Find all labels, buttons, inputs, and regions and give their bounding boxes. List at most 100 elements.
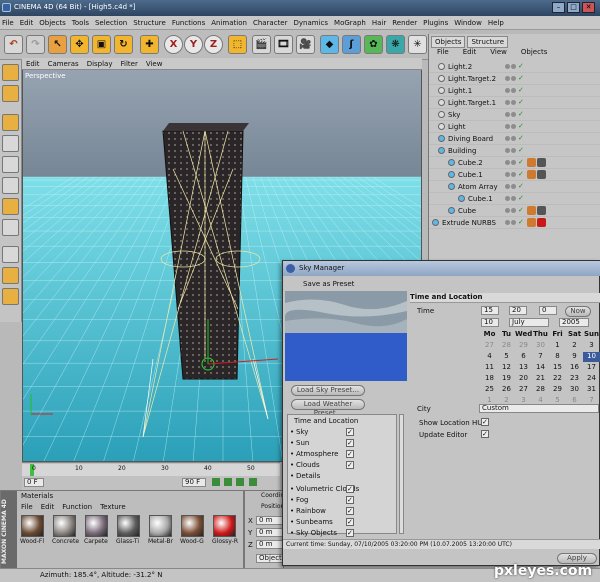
editor-visibility-dot[interactable] xyxy=(505,64,510,69)
object-row[interactable]: Light.2 ✓ xyxy=(429,61,600,73)
calendar-day[interactable]: 21 xyxy=(532,374,549,384)
render-settings-icon[interactable]: 🎥 xyxy=(296,35,315,54)
render-visibility-dot[interactable] xyxy=(511,160,516,165)
render-visibility-dot[interactable] xyxy=(511,196,516,201)
settings-item-checkbox[interactable]: ✓ xyxy=(346,507,354,515)
object-row[interactable]: Atom Array ✓ xyxy=(429,181,600,193)
calendar-day[interactable]: 22 xyxy=(549,374,566,384)
editor-visibility-dot[interactable] xyxy=(505,112,510,117)
coord-y-field[interactable]: 0 m xyxy=(256,528,283,537)
material-tag-icon[interactable] xyxy=(537,206,546,215)
material-tag-icon[interactable] xyxy=(537,218,546,227)
calendar-day[interactable]: 12 xyxy=(498,363,515,373)
menu-objects[interactable]: Objects xyxy=(39,19,65,27)
save-as-preset-link[interactable]: Save as Preset xyxy=(303,280,354,288)
live-selection-icon[interactable]: ↖ xyxy=(48,35,67,54)
calendar-day[interactable]: 7 xyxy=(532,352,549,362)
calendar-day[interactable]: 16 xyxy=(566,363,583,373)
objects-menu-file[interactable]: File xyxy=(437,48,449,56)
calendar-day[interactable]: 20 xyxy=(515,374,532,384)
time-second-field[interactable]: 0 xyxy=(539,306,557,315)
object-row[interactable]: Light ✓ xyxy=(429,121,600,133)
settings-item-checkbox[interactable]: ✓ xyxy=(346,439,354,447)
maximize-button[interactable]: □ xyxy=(567,2,580,13)
menu-selection[interactable]: Selection xyxy=(95,19,127,27)
calendar-day[interactable]: 10 xyxy=(583,352,600,362)
render-visibility-dot[interactable] xyxy=(511,184,516,189)
texture-mode-icon[interactable] xyxy=(2,177,19,194)
editor-visibility-dot[interactable] xyxy=(505,208,510,213)
calendar-day[interactable]: 23 xyxy=(566,374,583,384)
load-weather-preset-button[interactable]: Load Weather Preset... xyxy=(291,399,365,417)
polygons-mode-icon[interactable] xyxy=(2,156,19,173)
settings-item-checkbox[interactable]: ✓ xyxy=(346,529,354,537)
material-swatch[interactable] xyxy=(181,515,204,537)
object-row[interactable]: Light.Target.2 ✓ xyxy=(429,73,600,85)
viewport-menu-edit[interactable]: Edit xyxy=(26,60,40,68)
settings-item[interactable]: Rainbow xyxy=(296,507,326,515)
calendar-day[interactable]: 27 xyxy=(481,341,498,351)
render-visibility-dot[interactable] xyxy=(511,88,516,93)
coordinate-system-icon[interactable]: ⬚ xyxy=(228,35,247,54)
material-swatch[interactable] xyxy=(21,515,44,537)
minimize-button[interactable]: – xyxy=(552,2,565,13)
calendar-day[interactable]: 8 xyxy=(549,352,566,362)
redo-icon[interactable]: ↷ xyxy=(26,35,45,54)
frame-start-field[interactable]: 0 F xyxy=(24,478,44,487)
enabled-check-icon[interactable]: ✓ xyxy=(518,123,525,130)
render-visibility-dot[interactable] xyxy=(511,100,516,105)
viewport-menu-display[interactable]: Display xyxy=(87,60,113,68)
array-icon[interactable]: ❋ xyxy=(386,35,405,54)
settings-item[interactable]: Sky Objects xyxy=(296,529,337,537)
menu-dynamics[interactable]: Dynamics xyxy=(294,19,329,27)
settings-item[interactable]: Details xyxy=(296,472,320,480)
settings-item[interactable]: Clouds xyxy=(296,461,320,469)
enabled-check-icon[interactable]: ✓ xyxy=(518,87,525,94)
calendar-day[interactable]: 15 xyxy=(549,363,566,373)
close-button[interactable]: ✕ xyxy=(582,2,595,13)
coord-mode-select[interactable]: Object xyxy=(256,554,283,563)
settings-item-checkbox[interactable]: ✓ xyxy=(346,518,354,526)
cube-object-icon[interactable]: ◆ xyxy=(320,35,339,54)
object-row[interactable]: Light.Target.1 ✓ xyxy=(429,97,600,109)
editor-visibility-dot[interactable] xyxy=(505,100,510,105)
enabled-check-icon[interactable]: ✓ xyxy=(518,63,525,70)
calendar-day[interactable]: 4 xyxy=(481,352,498,362)
menu-character[interactable]: Character xyxy=(253,19,288,27)
y-axis-lock-icon[interactable]: Y xyxy=(184,35,203,54)
editor-visibility-dot[interactable] xyxy=(505,172,510,177)
nurbs-icon[interactable]: ✿ xyxy=(364,35,383,54)
texture-tag-icon[interactable] xyxy=(527,158,536,167)
calendar-day[interactable]: 24 xyxy=(583,374,600,384)
menu-mograph[interactable]: MoGraph xyxy=(334,19,366,27)
render-visibility-dot[interactable] xyxy=(511,112,516,117)
playback-controls[interactable] xyxy=(212,478,272,488)
calendar-day[interactable]: 26 xyxy=(498,385,515,395)
date-year-field[interactable]: 2005 xyxy=(559,318,589,327)
points-mode-icon[interactable] xyxy=(2,114,19,131)
enabled-check-icon[interactable]: ✓ xyxy=(518,207,525,214)
material-swatch[interactable] xyxy=(213,515,236,537)
settings-item-checkbox[interactable]: ✓ xyxy=(346,450,354,458)
enabled-check-icon[interactable]: ✓ xyxy=(518,75,525,82)
settings-item[interactable]: Sun xyxy=(296,439,309,447)
materials-menu-function[interactable]: Function xyxy=(62,503,92,511)
calendar-day[interactable]: 19 xyxy=(498,374,515,384)
viewport-menu-cameras[interactable]: Cameras xyxy=(48,60,79,68)
calendar-day[interactable]: 29 xyxy=(515,341,532,351)
calendar-day[interactable]: 2 xyxy=(566,341,583,351)
load-sky-preset-button[interactable]: Load Sky Preset... xyxy=(291,385,365,396)
editor-visibility-dot[interactable] xyxy=(505,148,510,153)
tab-structure[interactable]: Structure xyxy=(467,36,509,48)
render-visibility-dot[interactable] xyxy=(511,172,516,177)
settings-item-checkbox[interactable]: ✓ xyxy=(346,485,354,493)
enabled-check-icon[interactable]: ✓ xyxy=(518,171,525,178)
object-row[interactable]: Cube.1 ✓ xyxy=(429,193,600,205)
tab-objects[interactable]: Objects xyxy=(431,36,466,48)
edges-mode-icon[interactable] xyxy=(2,135,19,152)
enabled-check-icon[interactable]: ✓ xyxy=(518,99,525,106)
editor-visibility-dot[interactable] xyxy=(505,220,510,225)
render-visibility-dot[interactable] xyxy=(511,124,516,129)
calendar-day[interactable]: 30 xyxy=(566,385,583,395)
calendar-day[interactable]: 27 xyxy=(515,385,532,395)
